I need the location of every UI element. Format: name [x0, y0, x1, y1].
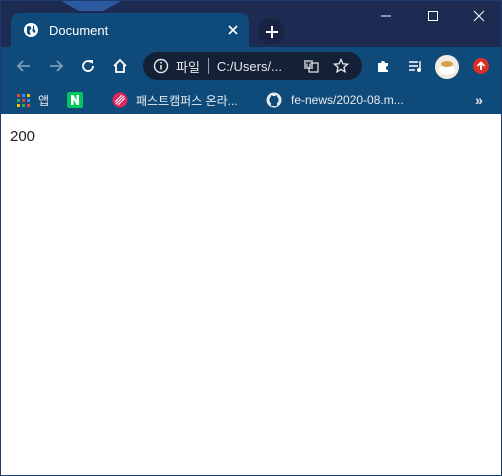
bookmark-label: 앱: [38, 93, 50, 108]
maximize-button[interactable]: [410, 1, 456, 31]
arrow-right-icon: [50, 60, 64, 72]
naver-icon: [67, 92, 83, 108]
minimize-icon: [381, 15, 391, 17]
tab-document[interactable]: Document: [11, 13, 249, 47]
profile-avatar[interactable]: [435, 55, 459, 79]
forward-button[interactable]: [42, 52, 70, 80]
plus-icon: [265, 25, 278, 38]
arrow-left-icon: [16, 60, 30, 72]
bookmark-star-icon[interactable]: [331, 56, 351, 76]
apps-grid-icon: [17, 93, 30, 107]
info-icon[interactable]: [153, 58, 169, 74]
omnibox-divider: [207, 58, 209, 74]
close-icon: [473, 10, 485, 22]
bookmark-fe-news[interactable]: fe-news/2020-08.m...: [266, 89, 404, 111]
github-icon: [266, 92, 282, 108]
maximize-icon: [428, 11, 438, 21]
tab-title: Document: [49, 22, 109, 38]
bookmarks-bar: 앱 패스트캠퍼스 온라... fe-news/2020-08.m... »: [1, 85, 501, 114]
tab-strip: Document: [1, 1, 501, 47]
update-arrow-icon: [473, 58, 489, 74]
media-queue-button[interactable]: [402, 52, 430, 80]
tab-strip-accent: [61, 1, 121, 11]
page-text: 200: [10, 128, 36, 145]
update-button[interactable]: [467, 52, 495, 80]
tab-close-icon[interactable]: [223, 20, 243, 40]
browser-window: Document 파일 C:/Users/... 앱 패스트캠퍼스 온라... …: [0, 0, 502, 476]
file-scheme-chip: 파일: [176, 59, 200, 75]
back-button[interactable]: [10, 52, 38, 80]
window-close-button[interactable]: [456, 1, 501, 31]
page-content: 200: [1, 114, 501, 475]
url-text[interactable]: C:/Users/...: [217, 59, 291, 74]
reload-icon: [82, 60, 94, 72]
bookmark-naver[interactable]: [67, 89, 83, 111]
translate-icon[interactable]: [301, 56, 321, 76]
puzzle-icon: [378, 61, 388, 72]
bookmarks-more-button[interactable]: »: [467, 89, 491, 111]
media-queue-icon: [409, 61, 421, 72]
fastcampus-icon: [112, 92, 128, 108]
minimize-button[interactable]: [363, 1, 409, 31]
extensions-button[interactable]: [369, 52, 397, 80]
home-icon: [113, 58, 127, 73]
toolbar: 파일 C:/Users/...: [1, 47, 501, 85]
globe-icon: [23, 22, 39, 38]
bookmark-fastcampus[interactable]: 패스트캠퍼스 온라...: [112, 89, 238, 111]
bookmark-label: 패스트캠퍼스 온라...: [136, 93, 238, 108]
new-tab-button[interactable]: [258, 18, 285, 45]
home-button[interactable]: [106, 52, 134, 80]
address-bar[interactable]: 파일 C:/Users/...: [143, 52, 362, 80]
bookmark-label: fe-news/2020-08.m...: [291, 93, 404, 107]
reload-button[interactable]: [74, 52, 102, 80]
bookmark-apps[interactable]: 앱: [17, 89, 49, 111]
